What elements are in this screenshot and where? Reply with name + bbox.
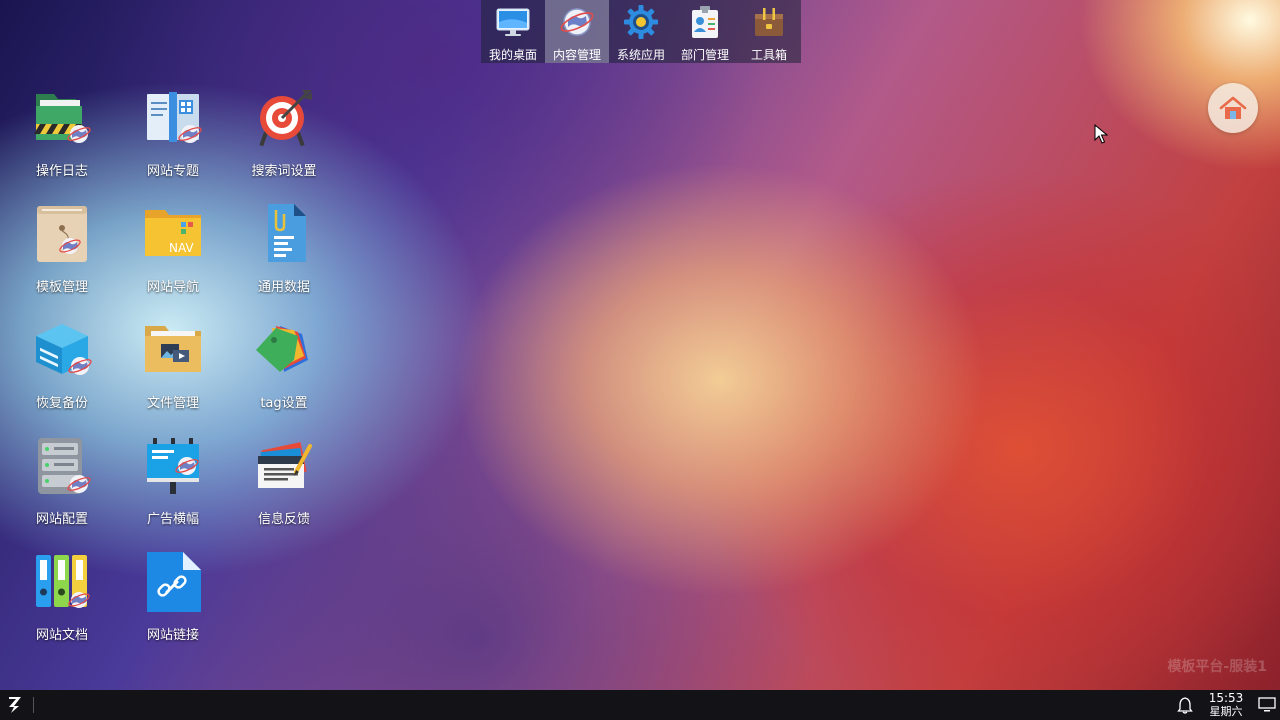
folder-log-icon xyxy=(34,94,91,143)
desktop-icon-label: 网站导航 xyxy=(146,280,199,295)
toolbox-icon xyxy=(755,8,783,36)
tab-label: 系统应用 xyxy=(616,48,665,62)
desktop-icon-site-navigation[interactable]: NAV 网站导航 xyxy=(128,204,218,295)
tab-toolbox[interactable]: 工具箱 xyxy=(737,0,801,63)
clock-time: 15:53 xyxy=(1208,691,1244,705)
media-folder-icon xyxy=(145,326,201,372)
globe-icon xyxy=(560,8,594,36)
bell-icon[interactable] xyxy=(1176,696,1194,714)
desktop-icon-tag-settings[interactable]: tag设置 xyxy=(239,320,329,411)
svg-text:NAV: NAV xyxy=(169,241,194,255)
desktop-icon-label: 网站文档 xyxy=(35,628,88,643)
desktop-icon-label: 搜索词设置 xyxy=(251,164,317,179)
tab-my-desktop[interactable]: 我的桌面 xyxy=(481,0,545,63)
top-category-bar: 我的桌面 内容管理 系统应用 部门管理 工具箱 xyxy=(481,0,801,63)
taskbar: 15:53 星期六 xyxy=(0,690,1280,720)
tab-system-apps[interactable]: 系统应用 xyxy=(609,0,673,63)
server-rack-icon xyxy=(38,438,91,494)
desktop-icon-label: tag设置 xyxy=(260,396,308,411)
template-envelope-icon xyxy=(37,206,87,262)
tab-label: 内容管理 xyxy=(552,48,601,62)
tab-label: 我的桌面 xyxy=(488,48,537,62)
clip-document-icon xyxy=(268,204,306,262)
desktop-icon-label: 网站专题 xyxy=(146,164,199,179)
billboard-icon xyxy=(147,438,199,494)
taskbar-clock[interactable]: 15:53 星期六 xyxy=(1200,691,1252,719)
gear-icon xyxy=(624,5,658,39)
mouse-cursor-icon xyxy=(1094,124,1108,144)
tag-icon xyxy=(256,326,308,372)
id-badge-icon xyxy=(692,6,718,38)
nav-folder-icon: NAV xyxy=(145,210,201,256)
home-button[interactable] xyxy=(1208,83,1258,133)
desktop-icon-operation-log[interactable]: 操作日志 xyxy=(17,88,107,179)
desktop-icon-restore-backup[interactable]: 恢复备份 xyxy=(17,320,107,411)
target-icon xyxy=(259,90,312,147)
server-box-icon xyxy=(36,324,92,375)
desktop-icon-label: 信息反馈 xyxy=(257,512,310,527)
tab-department-management[interactable]: 部门管理 xyxy=(673,0,737,63)
home-icon xyxy=(1219,96,1247,119)
watermark-text: 模板平台-服装1 xyxy=(1167,659,1267,675)
desktop-icon-site-topics[interactable]: 网站专题 xyxy=(128,88,218,179)
desktop-icon-label: 文件管理 xyxy=(146,396,199,411)
show-desktop-icon[interactable] xyxy=(1258,697,1276,713)
monitor-icon xyxy=(496,8,530,36)
desktop-icon-search-keywords[interactable]: 搜索词设置 xyxy=(239,88,329,179)
start-logo-icon[interactable] xyxy=(5,695,25,715)
desktop-icon-site-links[interactable]: 网站链接 xyxy=(128,552,218,643)
desktop-icon-label: 恢复备份 xyxy=(35,396,88,411)
desktop-icon-label: 通用数据 xyxy=(257,280,310,295)
desktop-icon-label: 网站配置 xyxy=(35,512,88,527)
desktop-icon-label: 操作日志 xyxy=(35,164,88,179)
tab-label: 工具箱 xyxy=(750,48,787,62)
tab-content-management[interactable]: 内容管理 xyxy=(545,0,609,63)
document-topic-icon xyxy=(147,92,202,143)
tab-label: 部门管理 xyxy=(680,48,729,62)
binders-icon xyxy=(36,555,90,608)
link-file-icon xyxy=(147,552,201,612)
desktop-icon-feedback[interactable]: 信息反馈 xyxy=(239,436,329,527)
desktop-icon-site-config[interactable]: 网站配置 xyxy=(17,436,107,527)
desktop-icon-template-management[interactable]: 模板管理 xyxy=(17,204,107,295)
desktop-icon-ad-banner[interactable]: 广告横幅 xyxy=(128,436,218,527)
desktop-icon-label: 广告横幅 xyxy=(146,512,199,527)
desktop-icon-label: 模板管理 xyxy=(35,280,88,295)
desktop-icon-common-data[interactable]: 通用数据 xyxy=(239,204,329,295)
desktop-icon-label: 网站链接 xyxy=(146,628,199,643)
desktop-icon-file-management[interactable]: 文件管理 xyxy=(128,320,218,411)
feedback-icon xyxy=(258,442,312,488)
desktop-icon-site-documents[interactable]: 网站文档 xyxy=(17,552,107,643)
clock-weekday: 星期六 xyxy=(1209,705,1243,718)
taskbar-divider xyxy=(33,697,34,713)
